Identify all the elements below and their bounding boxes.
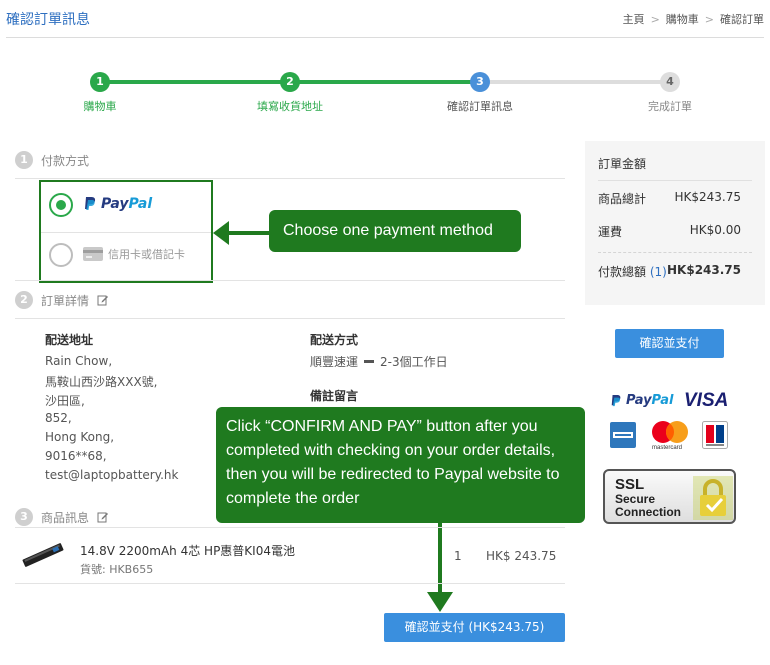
- padlock-icon: [693, 476, 733, 520]
- section-title: 商品訊息: [41, 510, 90, 525]
- progress-track-todo: [480, 80, 670, 84]
- page-title: 確認訂單訊息: [6, 12, 90, 28]
- address-line: Rain Chow,: [45, 354, 113, 368]
- shipping-time: 2-3個工作日: [380, 355, 448, 369]
- subtotal-row: 商品總計 HK$243.75: [598, 190, 741, 207]
- step-4-label: 完成訂單: [648, 100, 692, 113]
- product-name[interactable]: 14.8V 2200mAh 4芯 HP惠普KI04電池: [80, 542, 295, 559]
- address-line: 852,: [45, 411, 72, 425]
- address-line: 9016**68,: [45, 449, 107, 463]
- breadcrumb-home[interactable]: 主頁: [623, 11, 645, 27]
- address-label: 配送地址: [45, 333, 94, 347]
- total-row: 付款總額 (1) HK$243.75: [598, 263, 741, 280]
- section-title: 訂單詳情: [41, 293, 90, 308]
- paypal-label-pay: Pay: [101, 196, 129, 212]
- products-section-header: 3 商品訊息: [15, 508, 109, 526]
- edit-icon[interactable]: [97, 511, 109, 523]
- total-label: 付款總額: [598, 265, 647, 279]
- breadcrumb-separator: >: [650, 12, 660, 26]
- section-divider: [15, 280, 565, 281]
- section-divider: [15, 583, 565, 584]
- product-quantity: 1: [454, 549, 462, 563]
- paypal-radio[interactable]: [49, 193, 73, 217]
- section-title: 付款方式: [41, 153, 90, 168]
- paypal-label-pal: Pal: [128, 196, 153, 212]
- address-line: Hong Kong,: [45, 430, 115, 444]
- address-line: 馬鞍山西沙路XXX號,: [45, 375, 158, 389]
- step-3-label: 確認訂單訊息: [447, 100, 513, 113]
- product-sku: 貨號: HKB655: [80, 563, 154, 576]
- shipping-row: 運費 HK$0.00: [598, 223, 741, 240]
- paypal-logo-pay: Pay: [626, 393, 652, 408]
- payment-hint-callout: Choose one payment method: [269, 210, 521, 252]
- total-value: HK$243.75: [667, 263, 741, 277]
- ssl-secure-badge: SSL Secure Connection: [603, 469, 736, 524]
- section-divider: [15, 318, 565, 319]
- breadcrumb: 主頁 > 購物車 > 確認訂單: [623, 11, 764, 27]
- credit-card-label: 信用卡或借記卡: [108, 248, 185, 261]
- subtotal-value: HK$243.75: [674, 190, 741, 204]
- credit-card-icon: [83, 247, 103, 261]
- summary-divider: [598, 180, 752, 181]
- paypal-icon: [611, 394, 621, 406]
- paypal-logo: PayPal: [610, 393, 673, 408]
- breadcrumb-separator: >: [704, 12, 714, 26]
- section-number: 2: [15, 291, 33, 309]
- credit-card-radio[interactable]: [49, 243, 73, 267]
- paypal-logo-pal: Pal: [651, 393, 674, 408]
- shipping-fee-label: 運費: [598, 225, 623, 239]
- battery-product-image: [22, 543, 64, 567]
- payment-section-header: 1 付款方式: [15, 151, 89, 169]
- address-line: test@laptopbattery.hk: [45, 468, 179, 482]
- ssl-title: SSL: [615, 476, 645, 493]
- confirm-pay-side-button[interactable]: 確認並支付: [615, 329, 724, 358]
- header-divider: [6, 37, 764, 38]
- amex-icon: [610, 422, 636, 448]
- remark-label: 備註留言: [310, 389, 359, 403]
- subtotal-label: 商品總計: [598, 192, 647, 206]
- ssl-line-connection: Connection: [615, 505, 681, 519]
- section-divider: [15, 527, 565, 528]
- breadcrumb-cart[interactable]: 購物車: [666, 11, 699, 27]
- step-3-circle: 3: [470, 72, 490, 92]
- section-number: 3: [15, 508, 33, 526]
- credit-card-option[interactable]: 信用卡或借記卡: [83, 246, 185, 262]
- shipping-label: 配送方式: [310, 333, 359, 347]
- step-1-circle: 1: [90, 72, 110, 92]
- ssl-text: SSL Secure Connection: [615, 476, 681, 519]
- step-2-label: 填寫收貨地址: [257, 100, 323, 113]
- paypal-option[interactable]: PayPal: [83, 196, 152, 212]
- payment-options-highlight: PayPal 信用卡或借記卡: [39, 180, 213, 283]
- summary-title: 訂單金額: [598, 157, 647, 171]
- payment-option-divider: [41, 232, 211, 233]
- edit-icon[interactable]: [97, 294, 109, 306]
- step-1-label: 購物車: [83, 100, 117, 113]
- step-2-circle: 2: [280, 72, 300, 92]
- shipping-carrier: 順豐速運: [310, 355, 359, 369]
- product-price: HK$ 243.75: [486, 549, 557, 563]
- total-count: (1): [649, 265, 667, 279]
- ec-card-icon: [702, 421, 728, 449]
- confirm-hint-callout: Click “CONFIRM AND PAY” button after you…: [216, 407, 585, 523]
- order-summary: 訂單金額 商品總計 HK$243.75 運費 HK$0.00 付款總額 (1) …: [585, 141, 765, 305]
- details-section-header: 2 訂單詳情: [15, 291, 109, 309]
- step-4-circle: 4: [660, 72, 680, 92]
- visa-logo: VISA: [684, 390, 729, 411]
- callout-arrow-down: [427, 520, 453, 612]
- paypal-icon: [85, 197, 96, 210]
- dash-separator: [364, 360, 375, 363]
- callout-arrow-left: [213, 221, 269, 245]
- section-divider: [15, 178, 565, 179]
- address-line: 沙田區,: [45, 394, 85, 408]
- breadcrumb-current: 確認訂單: [720, 13, 764, 26]
- confirm-pay-button[interactable]: 確認並支付 (HK$243.75): [384, 613, 565, 642]
- mastercard-label: mastercard: [652, 445, 683, 451]
- shipping-fee-value: HK$0.00: [689, 223, 741, 237]
- summary-dashed-divider: [598, 252, 752, 253]
- section-number: 1: [15, 151, 33, 169]
- shipping-method: 順豐速運 2-3個工作日: [310, 353, 448, 370]
